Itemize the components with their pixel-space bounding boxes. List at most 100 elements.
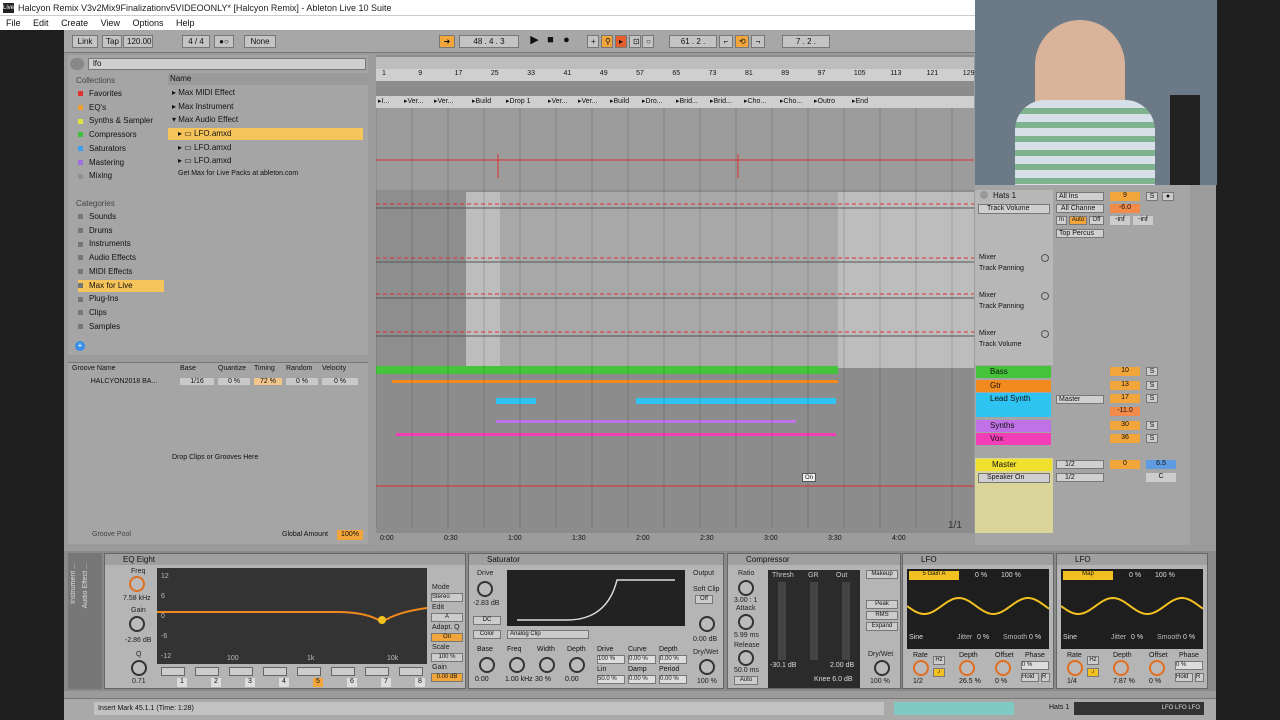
time-signature[interactable]: 4 / 4: [182, 35, 210, 48]
solo-button[interactable]: S: [1146, 381, 1158, 390]
eq-band-filter-type[interactable]: [365, 667, 389, 676]
synths-clip[interactable]: [496, 420, 796, 423]
groove-cell-1[interactable]: 1/16: [180, 378, 214, 385]
search-icon[interactable]: [70, 58, 84, 70]
comp-makeup-button[interactable]: Makeup: [866, 570, 898, 579]
sat-ws-knob[interactable]: [569, 657, 585, 673]
collection-mastering[interactable]: Mastering: [78, 157, 164, 169]
eq-band-handle[interactable]: [378, 616, 386, 624]
tempo-field[interactable]: 120.00: [123, 35, 153, 48]
eq-band-filter-type[interactable]: [229, 667, 253, 676]
remove-lane-icon[interactable]: [1041, 254, 1049, 262]
hats-track-name[interactable]: Hats 1: [993, 191, 1016, 200]
lfo-jitter-value[interactable]: 0 %: [977, 634, 989, 641]
master-automation-select[interactable]: Speaker On: [978, 473, 1050, 483]
lead-output-select[interactable]: Master: [1056, 395, 1104, 404]
category-sounds[interactable]: Sounds: [78, 211, 164, 223]
bass-clip[interactable]: [376, 366, 838, 374]
volume-field[interactable]: -6.0: [1110, 204, 1140, 213]
collection-synths-sampler[interactable]: Synths & Sampler: [78, 115, 164, 127]
automation-lane-device[interactable]: Mixer: [979, 292, 996, 299]
menu-view[interactable]: View: [101, 18, 120, 28]
tree-folder[interactable]: ▸ Max MIDI Effect: [172, 87, 367, 99]
sat-param-field[interactable]: 50.0 %: [597, 675, 625, 684]
lfo-retrigger-button[interactable]: R: [1041, 673, 1050, 682]
link-button[interactable]: Link: [72, 35, 98, 48]
groove-drop-zone[interactable]: Drop Clips or Grooves Here: [172, 454, 258, 461]
locator[interactable]: ▸Cho...: [780, 96, 802, 108]
eq-band-filter-type[interactable]: [399, 667, 423, 676]
tree-folder[interactable]: ▾ Max Audio Effect: [172, 114, 367, 126]
tap-button[interactable]: Tap: [102, 35, 122, 48]
category-max-for-live[interactable]: Max for Live: [78, 279, 164, 292]
search-input[interactable]: lfo: [88, 58, 366, 70]
sat-output-knob[interactable]: [699, 616, 715, 632]
disclosure-icon[interactable]: ▸: [178, 143, 182, 152]
lfo-rate-knob[interactable]: [913, 660, 929, 676]
input-type-select[interactable]: All Ins: [1056, 192, 1104, 201]
track-number[interactable]: 10: [1110, 367, 1140, 376]
get-max-link[interactable]: Get Max for Live Packs at ableton.com: [178, 170, 298, 177]
sat-ws-knob[interactable]: [539, 657, 555, 673]
locator[interactable]: ▸Build: [610, 96, 629, 108]
sat-color-button[interactable]: Color: [473, 630, 501, 639]
song-position[interactable]: 48 . 4 . 3: [459, 35, 519, 48]
eq-band-toggle[interactable]: 1: [177, 678, 187, 687]
loop-switch-icon[interactable]: ⟲: [735, 35, 749, 48]
locator[interactable]: ▸Ver...: [404, 96, 423, 108]
eq-band-filter-type[interactable]: [161, 667, 185, 676]
session-record-icon[interactable]: ⊡: [629, 35, 641, 48]
sat-ws-knob[interactable]: [509, 657, 525, 673]
lfo-smooth-value[interactable]: 0 %: [1183, 634, 1195, 641]
category-audio-effects[interactable]: Audio Effects: [78, 252, 164, 264]
lfo-hz-toggle[interactable]: Hz: [933, 656, 945, 665]
stop-icon[interactable]: ■: [545, 35, 556, 46]
eq-band-toggle[interactable]: 5: [313, 678, 323, 687]
sat-type-select[interactable]: Analog Clip: [507, 630, 589, 639]
eq-band-toggle[interactable]: 3: [245, 678, 255, 687]
locator[interactable]: ▸Build: [472, 96, 491, 108]
sat-param-field[interactable]: 100 %: [597, 655, 625, 664]
play-icon[interactable]: ▶: [529, 35, 540, 46]
solo-button[interactable]: S: [1146, 434, 1158, 443]
groove-cell-5[interactable]: 0 %: [322, 378, 358, 385]
sat-softclip-toggle[interactable]: Off: [695, 595, 713, 604]
menu-help[interactable]: Help: [176, 18, 195, 28]
clip-region[interactable]: [838, 192, 974, 368]
lfo-hz-toggle[interactable]: Hz: [1087, 656, 1099, 665]
lfo-offset-knob[interactable]: [1149, 660, 1165, 676]
category-midi-effects[interactable]: MIDI Effects: [78, 266, 164, 278]
lead-clip[interactable]: [496, 398, 536, 404]
lfo-phase-field[interactable]: 0 %: [1175, 661, 1203, 670]
category-clips[interactable]: Clips: [78, 307, 164, 319]
global-amount-field[interactable]: 100%: [337, 530, 363, 540]
sat-param-field[interactable]: 0.00 %: [659, 655, 687, 664]
arrangement-tracks[interactable]: [376, 108, 974, 528]
lfo-shape-select[interactable]: Sine: [1063, 634, 1077, 641]
eq-band-toggle[interactable]: 8: [415, 678, 425, 687]
comp-attack-knob[interactable]: [738, 614, 754, 630]
sat-param-field[interactable]: 0.00 %: [659, 675, 687, 684]
lfo-sync-icon[interactable]: ♪: [933, 668, 945, 677]
track-bass[interactable]: Bass: [976, 366, 1051, 378]
master-volume[interactable]: 6.5: [1146, 460, 1176, 469]
remove-lane-icon[interactable]: [1041, 292, 1049, 300]
lfo-file[interactable]: ▸ ▭ LFO.amxd: [168, 128, 363, 140]
disclosure-icon[interactable]: ▸: [178, 156, 182, 165]
sat-drywet-knob[interactable]: [699, 659, 715, 675]
reenable-automation-icon[interactable]: ▸: [615, 35, 627, 48]
collection-favorites[interactable]: Favorites: [78, 88, 164, 100]
eq-scale-field[interactable]: 100 %: [431, 653, 463, 662]
lfo-file[interactable]: ▸ ▭ LFO.amxd: [168, 155, 363, 167]
locator[interactable]: ▸Cho...: [744, 96, 766, 108]
lfo-map-button[interactable]: 5 Gain A: [909, 571, 959, 580]
comp-expand-button[interactable]: Expand: [866, 622, 898, 631]
time-ruler[interactable]: 0:00 0:30 1:00 1:30 2:00 2:30 3:00 3:30 4:00: [376, 533, 974, 545]
master-cue-select[interactable]: 1/2: [1056, 460, 1104, 469]
eq-gain-knob[interactable]: [129, 616, 145, 632]
category-drums[interactable]: Drums: [78, 225, 164, 237]
lfo-min[interactable]: 0 %: [1129, 572, 1141, 579]
category-plug-ins[interactable]: Plug-Ins: [78, 293, 164, 305]
sat-dc-button[interactable]: DC: [473, 616, 501, 625]
solo-button[interactable]: S: [1146, 421, 1158, 430]
